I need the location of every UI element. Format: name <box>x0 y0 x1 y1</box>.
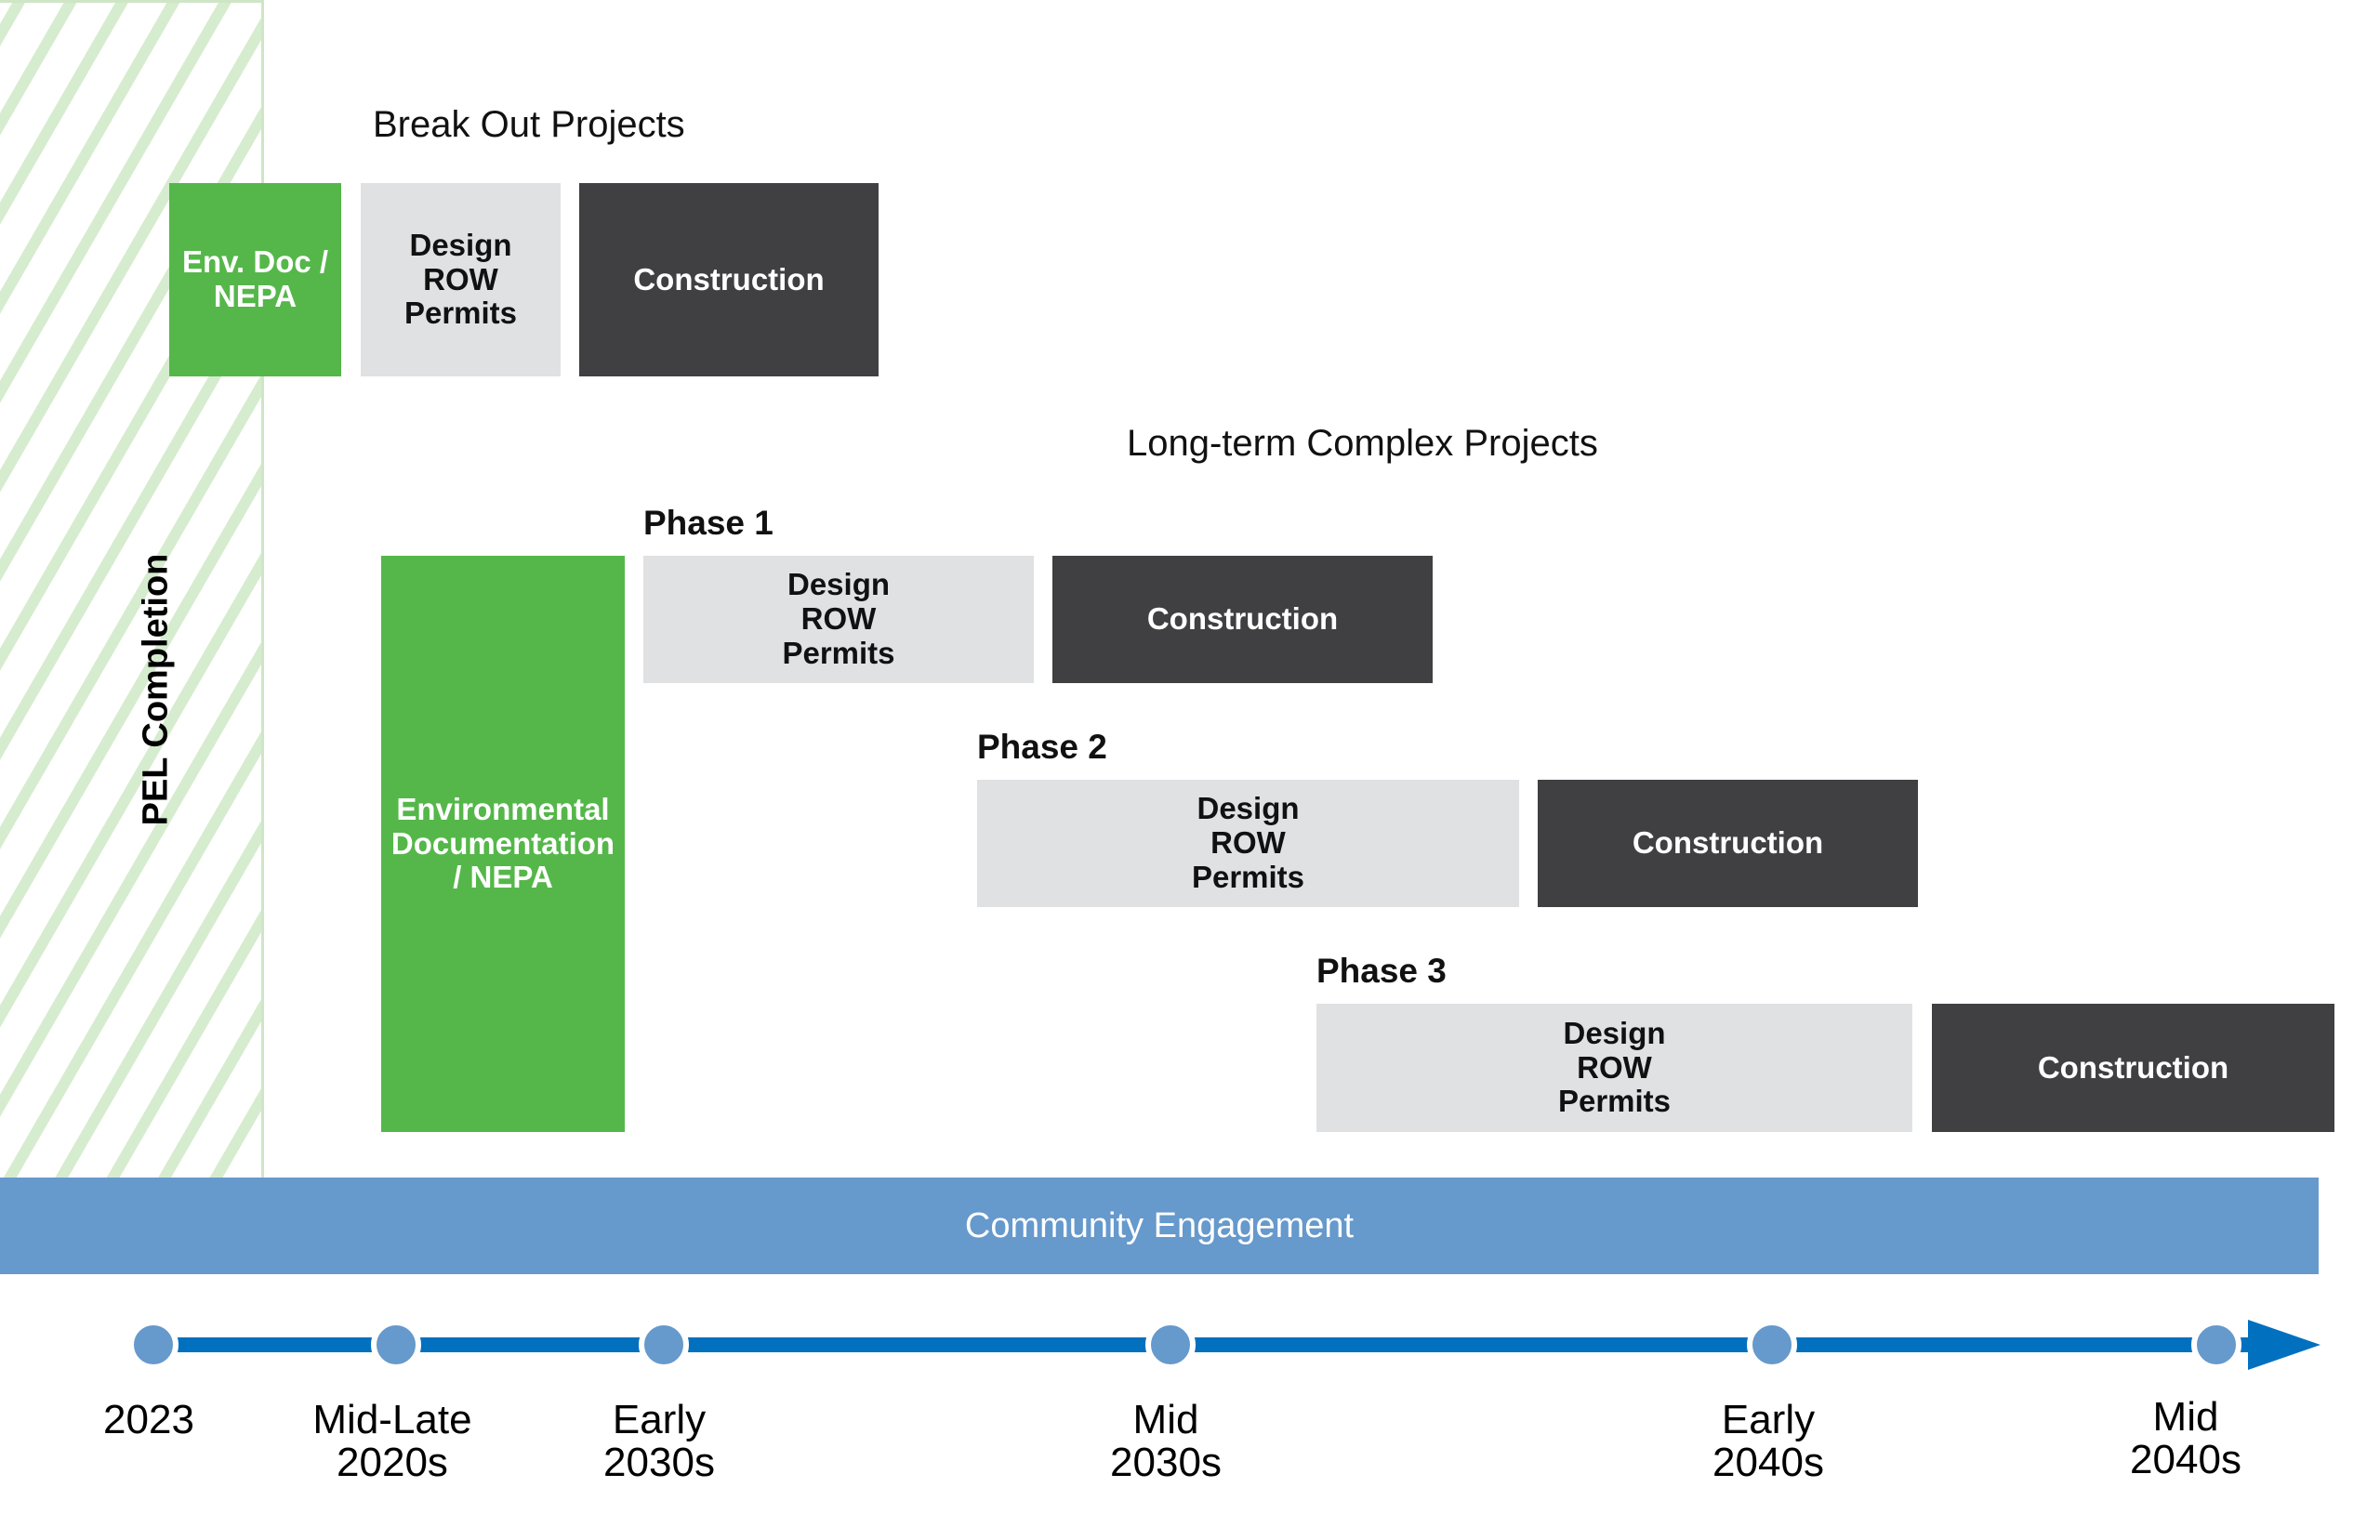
timeline-dot-mid-2040s <box>2191 1320 2241 1370</box>
phase-2-design-box: Design ROW Permits <box>977 780 1519 907</box>
phase-1-construction-box: Construction <box>1052 556 1433 683</box>
community-engagement-band: Community Engagement <box>0 1178 2319 1274</box>
timeline-arrow-icon <box>2248 1320 2320 1370</box>
timeline-label-mid-late-2020s: Mid-Late 2020s <box>312 1397 472 1486</box>
phase-3-design-box: Design ROW Permits <box>1316 1004 1912 1132</box>
phase-2-construction-box: Construction <box>1538 780 1918 907</box>
timeline-dot-2023 <box>128 1320 178 1370</box>
phase-3-label: Phase 3 <box>1316 952 1447 990</box>
break-out-env-doc-box: Env. Doc / NEPA <box>169 183 341 376</box>
timeline-label-mid-2030s: Mid 2030s <box>1110 1397 1222 1486</box>
timeline-dot-early-2040s <box>1747 1320 1797 1370</box>
phase-3-construction-box: Construction <box>1932 1004 2334 1132</box>
timeline-dot-mid-2030s <box>1145 1320 1196 1370</box>
timeline-label-mid-2040s: Mid 2040s <box>2130 1394 2241 1483</box>
break-out-design-box: Design ROW Permits <box>361 183 561 376</box>
pel-completion-region <box>0 0 264 1178</box>
long-term-env-doc-box: Environmental Documentation / NEPA <box>381 556 625 1132</box>
phase-1-label: Phase 1 <box>643 504 774 542</box>
long-term-projects-title: Long-term Complex Projects <box>1127 423 1598 464</box>
pel-completion-label: PEL Completion <box>136 553 176 826</box>
timeline-line <box>153 1337 2254 1352</box>
phase-1-design-box: Design ROW Permits <box>643 556 1034 683</box>
break-out-projects-title: Break Out Projects <box>373 104 685 145</box>
timeline-dot-early-2030s <box>639 1320 689 1370</box>
phase-2-label: Phase 2 <box>977 728 1107 766</box>
timeline-dot-mid-late-2020s <box>371 1320 421 1370</box>
timeline-label-2023: 2023 <box>103 1397 194 1442</box>
break-out-construction-box: Construction <box>579 183 879 376</box>
timeline-label-early-2040s: Early 2040s <box>1712 1397 1824 1486</box>
timeline-label-early-2030s: Early 2030s <box>603 1397 715 1486</box>
